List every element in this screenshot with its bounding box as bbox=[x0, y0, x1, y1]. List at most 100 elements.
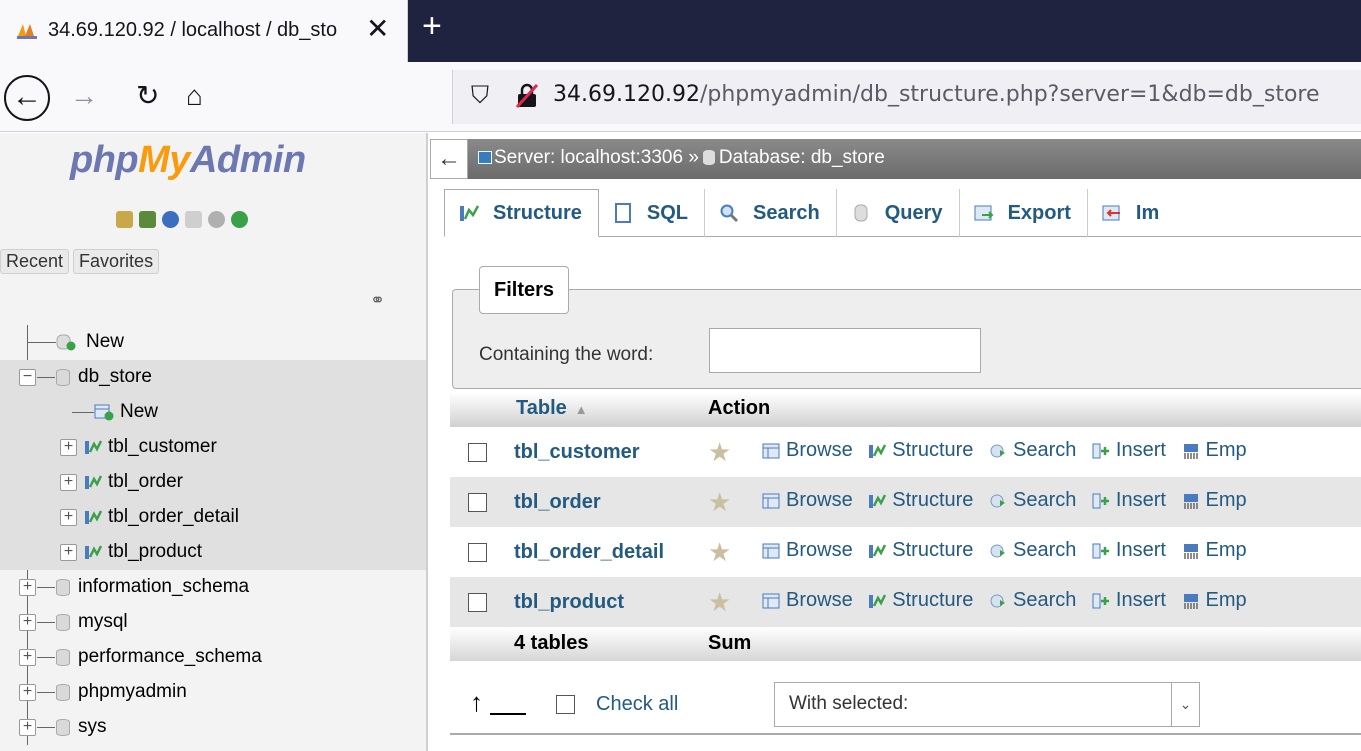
favorite-star-icon[interactable]: ★ bbox=[708, 487, 731, 518]
breadcrumb-database[interactable]: Database: db_store bbox=[719, 147, 885, 168]
browse-label: Browse bbox=[786, 589, 853, 611]
tree-item-information-schema[interactable]: + information_schema bbox=[0, 570, 426, 605]
search-link[interactable]: Search bbox=[989, 539, 1076, 562]
tree-item-phpmyadmin[interactable]: + phpmyadmin bbox=[0, 675, 426, 710]
favorites-button[interactable]: Favorites bbox=[73, 249, 160, 274]
tree-item-performance-schema[interactable]: + performance_schema bbox=[0, 640, 426, 675]
home-icon[interactable]: ⌂ bbox=[186, 76, 203, 116]
favorite-star-icon[interactable]: ★ bbox=[708, 587, 731, 618]
tree-item-tbl-order-detail[interactable]: + tbl_order_detail bbox=[0, 500, 426, 535]
docs-icon[interactable] bbox=[185, 211, 202, 228]
logout-icon[interactable] bbox=[139, 211, 156, 228]
expand-icon[interactable]: + bbox=[19, 614, 36, 631]
new-tab-icon[interactable]: + bbox=[422, 6, 442, 46]
help-icon[interactable] bbox=[162, 211, 179, 228]
favorite-star-icon[interactable]: ★ bbox=[708, 437, 731, 468]
back-icon[interactable]: ← bbox=[4, 75, 50, 121]
search-label: Search bbox=[1012, 589, 1077, 611]
database-icon bbox=[56, 579, 70, 596]
empty-link[interactable]: Emp bbox=[1182, 489, 1247, 512]
structure-link[interactable]: Structure bbox=[868, 589, 973, 612]
tree-item-new-table[interactable]: New bbox=[0, 395, 426, 430]
empty-link[interactable]: Emp bbox=[1182, 589, 1247, 612]
table-name-link[interactable]: tbl_order_detail bbox=[514, 541, 664, 564]
browse-link[interactable]: Browse bbox=[762, 489, 853, 512]
tab-query[interactable]: Query bbox=[837, 189, 960, 237]
check-all-checkbox[interactable] bbox=[556, 695, 575, 714]
home-icon[interactable] bbox=[116, 211, 133, 228]
with-selected-select[interactable]: With selected: ⌄ bbox=[774, 682, 1200, 727]
empty-link[interactable]: Emp bbox=[1182, 439, 1247, 462]
browse-label: Browse bbox=[786, 489, 853, 511]
row-checkbox[interactable] bbox=[468, 593, 487, 612]
expand-icon[interactable]: + bbox=[19, 579, 36, 596]
link-chain-icon[interactable]: ⚭ bbox=[370, 290, 385, 311]
empty-link[interactable]: Emp bbox=[1182, 539, 1247, 562]
structure-link[interactable]: Structure bbox=[868, 439, 973, 462]
table-name-link[interactable]: tbl_customer bbox=[514, 441, 640, 464]
insert-link[interactable]: Insert bbox=[1092, 589, 1166, 612]
chevron-down-icon[interactable]: ⌄ bbox=[1171, 683, 1199, 726]
expand-icon[interactable]: + bbox=[60, 439, 77, 456]
tree-item-new[interactable]: New bbox=[0, 325, 426, 360]
collapse-nav-icon[interactable]: ← bbox=[430, 139, 468, 179]
settings-gear-icon[interactable] bbox=[208, 211, 225, 228]
insert-link[interactable]: Insert bbox=[1092, 439, 1166, 462]
search-link[interactable]: Search bbox=[989, 489, 1076, 512]
table-name-link[interactable]: tbl_order bbox=[514, 491, 601, 514]
sort-by-table-link[interactable]: Table ▲ bbox=[516, 397, 588, 420]
structure-link[interactable]: Structure bbox=[868, 539, 973, 562]
tree-item-sys[interactable]: + sys bbox=[0, 710, 426, 745]
row-actions: Browse Structure Search Insert Emp bbox=[762, 589, 1257, 616]
breadcrumb-server[interactable]: Server: localhost:3306 bbox=[494, 147, 683, 168]
tree-item-label: tbl_product bbox=[108, 541, 203, 562]
filter-word-input[interactable] bbox=[709, 328, 981, 373]
insecure-lock-icon[interactable] bbox=[515, 83, 539, 109]
insert-link[interactable]: Insert bbox=[1092, 489, 1166, 512]
tab-export[interactable]: Export bbox=[960, 189, 1088, 237]
row-checkbox[interactable] bbox=[468, 443, 487, 462]
structure-link[interactable]: Structure bbox=[868, 489, 973, 512]
browse-link[interactable]: Browse bbox=[762, 439, 853, 462]
expand-icon[interactable]: + bbox=[19, 684, 36, 701]
shield-icon[interactable]: ⛉ bbox=[471, 82, 489, 110]
tree-item-mysql[interactable]: + mysql bbox=[0, 605, 426, 640]
expand-icon[interactable]: + bbox=[19, 649, 36, 666]
check-all-label[interactable]: Check all bbox=[596, 693, 678, 716]
tab-label: Query bbox=[884, 201, 943, 224]
row-checkbox[interactable] bbox=[468, 493, 487, 512]
tab-structure[interactable]: Structure bbox=[444, 189, 599, 237]
browser-tab[interactable]: 34.69.120.92 / localhost / db_sto ✕ bbox=[0, 0, 408, 62]
tab-import[interactable]: Im bbox=[1088, 189, 1175, 237]
tab-search[interactable]: Search bbox=[705, 189, 837, 237]
browser-tabbar: 34.69.120.92 / localhost / db_sto ✕ + bbox=[0, 0, 1361, 62]
table-row: tbl_product ★ Browse Structure Search In… bbox=[450, 577, 1361, 627]
browse-link[interactable]: Browse bbox=[762, 539, 853, 562]
expand-icon[interactable]: + bbox=[60, 509, 77, 526]
favorite-star-icon[interactable]: ★ bbox=[708, 537, 731, 568]
tree-item-tbl-customer[interactable]: + tbl_customer bbox=[0, 430, 426, 465]
insert-link[interactable]: Insert bbox=[1092, 539, 1166, 562]
forward-icon[interactable]: → bbox=[70, 76, 98, 116]
recent-button[interactable]: Recent bbox=[0, 249, 70, 274]
url-bar[interactable]: ⛉ 34.69.120.92/phpmyadmin/db_structure.p… bbox=[452, 70, 1361, 124]
reload-icon[interactable] bbox=[231, 211, 248, 228]
collapse-icon[interactable]: − bbox=[19, 369, 36, 386]
close-tab-icon[interactable]: ✕ bbox=[366, 14, 389, 44]
url-text[interactable]: 34.69.120.92/phpmyadmin/db_structure.php… bbox=[553, 82, 1320, 107]
tree-item-tbl-order[interactable]: + tbl_order bbox=[0, 465, 426, 500]
reload-icon[interactable]: ↻ bbox=[136, 76, 159, 116]
search-link[interactable]: Search bbox=[989, 589, 1076, 612]
phpmyadmin-logo[interactable]: phpMyAdmin bbox=[70, 139, 306, 182]
expand-icon[interactable]: + bbox=[60, 474, 77, 491]
search-link[interactable]: Search bbox=[989, 439, 1076, 462]
table-name-link[interactable]: tbl_product bbox=[514, 591, 624, 614]
tree-item-tbl-product[interactable]: + tbl_product bbox=[0, 535, 426, 570]
tree-item-db-store[interactable]: − db_store bbox=[0, 360, 426, 395]
tab-sql[interactable]: SQL bbox=[599, 189, 706, 237]
row-checkbox[interactable] bbox=[468, 543, 487, 562]
browse-link[interactable]: Browse bbox=[762, 589, 853, 612]
expand-icon[interactable]: + bbox=[60, 544, 77, 561]
search-icon bbox=[990, 594, 1005, 607]
expand-icon[interactable]: + bbox=[19, 719, 36, 736]
